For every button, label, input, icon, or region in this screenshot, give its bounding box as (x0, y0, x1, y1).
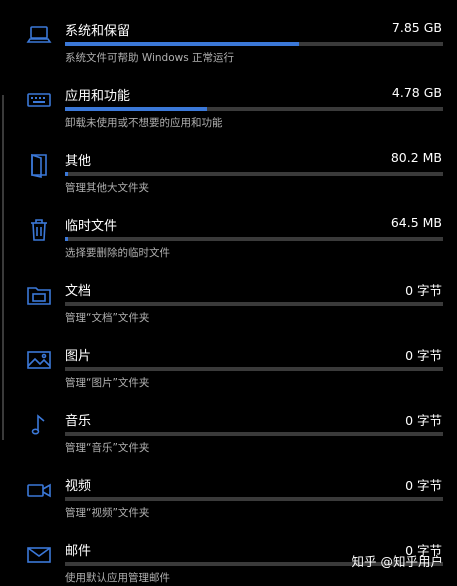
storage-item-temp[interactable]: 临时文件 64.5 MB 选择要删除的临时文件 (0, 215, 457, 282)
storage-usage-panel: 系统和保留 7.85 GB 系统文件可帮助 Windows 正常运行 应用和功能… (0, 0, 457, 586)
item-name: 邮件 (65, 544, 92, 559)
usage-bar-fill (65, 237, 69, 241)
item-name: 系统和保留 (65, 24, 131, 39)
usage-bar-fill (65, 42, 300, 46)
item-description: 卸载未使用或不想要的应用和功能 (65, 117, 223, 129)
storage-item-system[interactable]: 系统和保留 7.85 GB 系统文件可帮助 Windows 正常运行 (0, 20, 457, 87)
usage-bar (65, 42, 443, 46)
usage-bar (65, 367, 443, 371)
item-size: 7.85 GB (391, 20, 442, 35)
usage-bar (65, 432, 443, 436)
item-size: 0 字节 (405, 348, 442, 363)
keyboard-icon (26, 87, 52, 113)
storage-item-apps[interactable]: 应用和功能 4.78 GB 卸载未使用或不想要的应用和功能 (0, 85, 457, 152)
storage-item-documents[interactable]: 文档 0 字节 管理“文档”文件夹 (0, 282, 457, 347)
video-camera-icon (26, 477, 52, 503)
item-name: 文档 (65, 284, 92, 299)
folder-icon (26, 282, 52, 308)
item-name: 其他 (65, 154, 92, 169)
watermark: 知乎 @知乎用户 (351, 554, 443, 569)
storage-item-pictures[interactable]: 图片 0 字节 管理“图片”文件夹 (0, 347, 457, 412)
usage-bar (65, 237, 443, 241)
item-size: 64.5 MB (390, 215, 442, 230)
item-name: 应用和功能 (65, 89, 131, 104)
item-name: 图片 (65, 349, 92, 364)
picture-icon (26, 347, 52, 373)
storage-item-videos[interactable]: 视频 0 字节 管理“视频”文件夹 (0, 477, 457, 542)
storage-item-other[interactable]: 其他 80.2 MB 管理其他大文件夹 (0, 150, 457, 217)
storage-item-music[interactable]: 音乐 0 字节 管理“音乐”文件夹 (0, 412, 457, 477)
item-size: 4.78 GB (391, 85, 442, 100)
item-size: 80.2 MB (390, 150, 442, 165)
item-name: 视频 (65, 479, 92, 494)
item-description: 管理“视频”文件夹 (65, 507, 150, 519)
item-description: 管理“文档”文件夹 (65, 312, 150, 324)
item-name: 音乐 (65, 414, 92, 429)
item-description: 系统文件可帮助 Windows 正常运行 (65, 52, 235, 64)
mail-icon (26, 542, 52, 568)
item-size: 0 字节 (405, 283, 442, 298)
music-note-icon (26, 412, 52, 438)
usage-bar (65, 302, 443, 306)
item-size: 0 字节 (405, 478, 442, 493)
item-size: 0 字节 (405, 413, 442, 428)
laptop-icon (26, 22, 52, 48)
usage-bar (65, 172, 443, 176)
trash-icon (26, 217, 52, 243)
item-description: 管理其他大文件夹 (65, 182, 149, 194)
usage-bar-fill (65, 107, 207, 111)
door-icon (26, 152, 52, 178)
item-description: 使用默认应用管理邮件 (65, 572, 170, 584)
item-name: 临时文件 (65, 219, 118, 234)
usage-bar (65, 107, 443, 111)
usage-bar-fill (65, 172, 69, 176)
usage-bar (65, 497, 443, 501)
item-description: 管理“音乐”文件夹 (65, 442, 150, 454)
item-description: 管理“图片”文件夹 (65, 377, 150, 389)
item-description: 选择要删除的临时文件 (65, 247, 170, 259)
